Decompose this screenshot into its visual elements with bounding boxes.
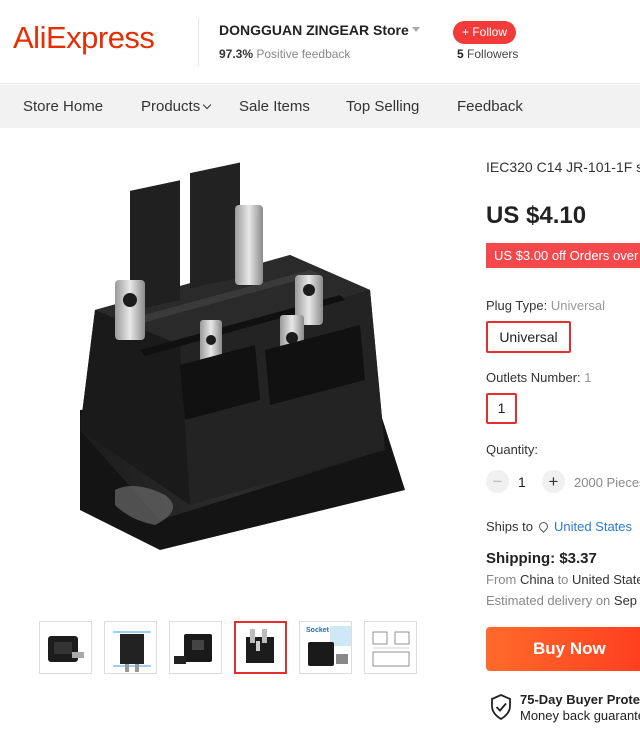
nav-top-selling[interactable]: Top Selling <box>346 98 419 115</box>
thumb-drawing[interactable] <box>364 621 417 674</box>
from-country: China <box>519 572 554 587</box>
location-pin-icon <box>537 520 550 533</box>
buyer-protection-title: 75-Day Buyer Protec <box>520 692 640 707</box>
ships-to-label: Ships to <box>486 519 533 534</box>
outlets-value: 1 <box>584 370 592 385</box>
estimated-delivery: Estimated delivery on Sep 1 <box>486 593 640 608</box>
shield-check-icon <box>491 694 511 720</box>
buyer-protection-subtitle: Money back guarantee <box>520 708 640 723</box>
delivery-label: Estimated delivery on <box>486 593 611 608</box>
outlets-option-1[interactable]: 1 <box>486 393 517 424</box>
delivery-date: Sep 1 <box>613 593 640 608</box>
thumb-socket-front[interactable] <box>39 621 92 674</box>
store-nav: Store Home Products Sale Items Top Selli… <box>0 85 640 128</box>
outlets-key: Outlets Number: <box>486 370 581 385</box>
store-header: AliExpress DONGGUAN ZINGEAR Store 97.3% … <box>0 0 640 84</box>
product-price: US $4.10 <box>486 202 587 229</box>
thumb-socket-label[interactable]: Socket <box>299 621 352 674</box>
quantity-increase-button[interactable]: + <box>542 470 565 493</box>
ships-to: Ships to United States <box>486 519 632 534</box>
quantity-decrease-button[interactable]: − <box>486 470 509 493</box>
feedback-percent: 97.3% <box>219 47 254 61</box>
nav-feedback[interactable]: Feedback <box>457 98 523 115</box>
thumb-diagram[interactable] <box>104 621 157 674</box>
store-name[interactable]: DONGGUAN ZINGEAR Store <box>219 22 409 38</box>
buy-now-button[interactable]: Buy Now <box>486 627 640 671</box>
followers-label: Followers <box>467 47 519 61</box>
to-label: to <box>557 572 569 587</box>
thumb-label: Socket <box>306 627 330 634</box>
plug-type-key: Plug Type: <box>486 298 548 313</box>
ships-to-country[interactable]: United States <box>554 519 632 534</box>
quantity-available: 2000 Pieces <box>574 475 640 490</box>
follow-button[interactable]: + Follow <box>453 21 516 44</box>
nav-products[interactable]: Products <box>141 98 212 115</box>
nav-products-label: Products <box>141 98 201 115</box>
thumb-socket-side[interactable] <box>169 621 222 674</box>
quantity-label: Quantity: <box>486 442 539 457</box>
aliexpress-logo[interactable]: AliExpress <box>13 20 155 56</box>
product-main-image[interactable] <box>40 160 430 600</box>
product-title: IEC320 C14 JR-101-1F sc <box>486 159 640 175</box>
feedback-label: Positive feedback <box>256 47 351 61</box>
shipping-route: From China to United States <box>486 572 640 587</box>
to-country: United States <box>572 572 640 587</box>
thumb-socket-back[interactable] <box>234 621 287 674</box>
shipping-cost: Shipping: $3.37 <box>486 550 597 567</box>
followers-number: 5 <box>457 47 464 61</box>
header-divider <box>198 18 199 66</box>
followers-count: 5 Followers <box>457 47 518 61</box>
outlets-label: Outlets Number: 1 <box>486 370 592 385</box>
quantity-input[interactable]: 1 <box>518 474 526 490</box>
store-feedback: 97.3% Positive feedback <box>219 47 350 61</box>
nav-store-home[interactable]: Store Home <box>23 98 103 115</box>
nav-sale-items[interactable]: Sale Items <box>239 98 310 115</box>
from-label: From <box>486 572 517 587</box>
plug-type-label: Plug Type: Universal <box>486 298 605 313</box>
plug-type-value: Universal <box>550 298 606 313</box>
chevron-down-icon <box>202 100 212 110</box>
coupon-banner[interactable]: US $3.00 off Orders over U <box>486 243 640 268</box>
plug-type-option-universal[interactable]: Universal <box>486 321 571 353</box>
chevron-down-icon[interactable] <box>412 27 420 32</box>
